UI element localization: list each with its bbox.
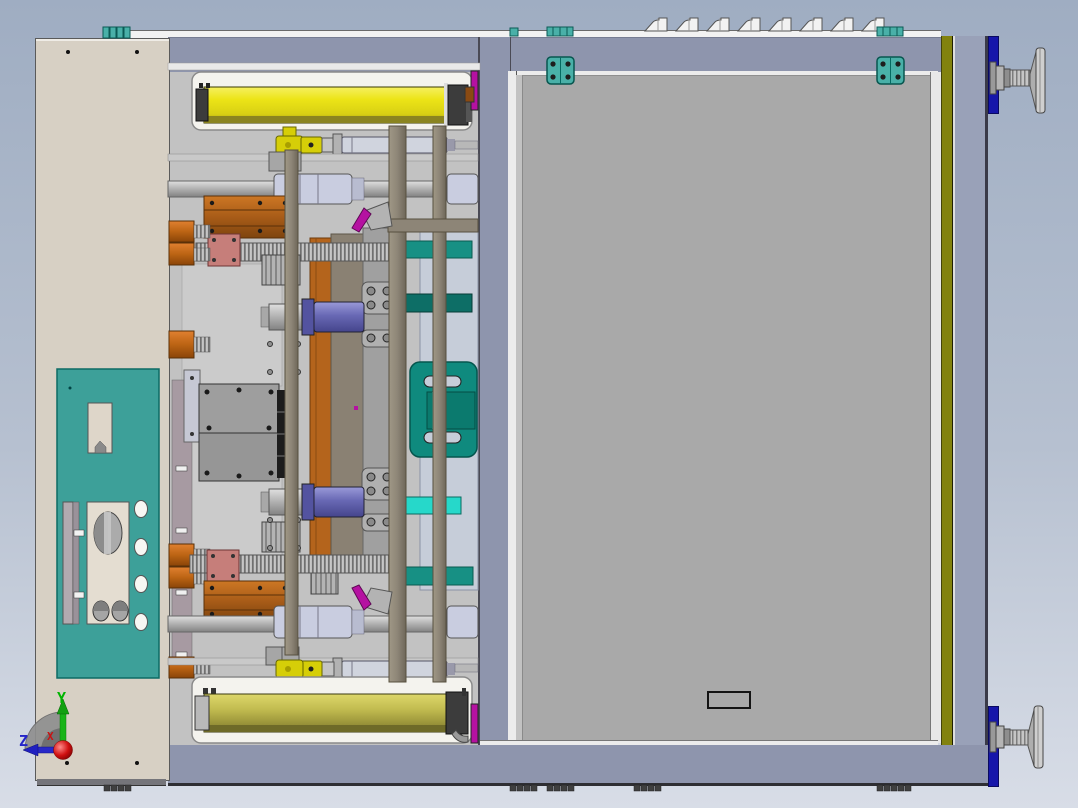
safety-light-curtain-bottom[interactable] [191,676,473,744]
magenta-dot [354,406,358,410]
cable-clips-top [643,17,885,32]
mode-selector-knob[interactable] [93,511,123,555]
origin-sphere [53,740,73,760]
support-strut-1[interactable] [284,149,299,656]
leveling-handwheel-bottom[interactable] [989,705,1044,769]
leveling-handwheel-top[interactable] [989,47,1046,114]
safety-light-curtain-top[interactable] [191,71,473,131]
hinge-barrel-left [546,26,574,37]
cross-strut-top [387,218,479,233]
axis-z-label: Z [19,732,28,750]
frame-feet-tabs [103,784,912,792]
panel-knob-small-1[interactable] [92,600,110,622]
door-hinge-right[interactable] [876,56,905,85]
door-hinge-left[interactable] [546,56,575,85]
machinery-top-shelf [167,62,481,71]
brown-block-edge [464,86,475,103]
air-cylinder-top[interactable] [341,136,479,154]
cad-viewport: X Y Z [0,0,1078,808]
gearbox-block-top[interactable] [203,195,293,239]
clamp-cylinder-upper[interactable] [260,298,365,336]
hinge-barrel-right [876,26,904,37]
magenta-strip-bottom [470,703,479,744]
panel-top-tabs [102,26,519,39]
magenta-sensor-bottom[interactable] [351,584,393,615]
axis-x-label: X [47,730,54,743]
cyan-crossbar[interactable] [396,496,462,515]
guide-block-left[interactable] [183,369,287,482]
panel-knob-small-2[interactable] [111,600,129,622]
orientation-triad: X Y Z [19,689,73,760]
guide-rail-top [167,153,479,162]
clamp-cylinder-lower[interactable] [260,483,365,521]
axis-y-label: Y [57,689,66,707]
magenta-sensor-top[interactable] [351,201,393,233]
support-strut-2[interactable] [388,125,407,683]
support-strut-3[interactable] [432,125,447,683]
